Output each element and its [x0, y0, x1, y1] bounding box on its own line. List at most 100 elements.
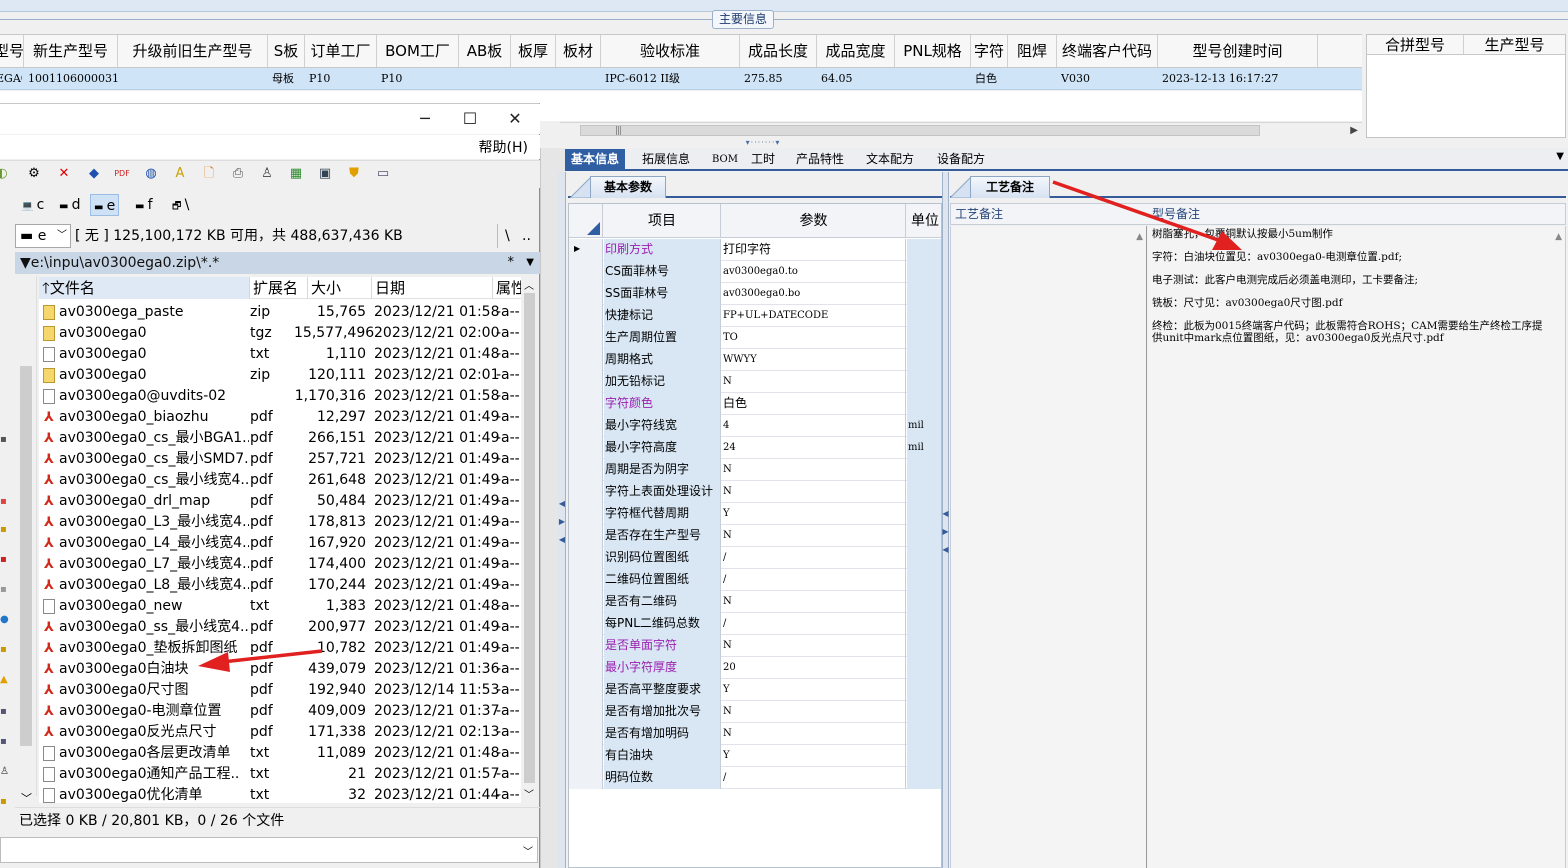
param-row[interactable]: CS面菲林号 av0300ega0.to: [569, 261, 941, 283]
chevron-down-icon[interactable]: ﹀: [21, 790, 32, 806]
row-selector[interactable]: [569, 723, 603, 745]
col-header-filename[interactable]: 🡑文件名: [39, 277, 250, 299]
main-cell[interactable]: 2023-12-13 16:17:27: [1162, 68, 1318, 89]
main-col-header[interactable]: 字符: [971, 35, 1008, 67]
close-icon[interactable]: ✕: [492, 106, 538, 132]
drive-button-e[interactable]: ▬ e: [90, 194, 120, 216]
col-header-attr[interactable]: 属性: [493, 277, 521, 299]
drive-button-root[interactable]: 🗗 \: [169, 194, 192, 216]
main-col-header[interactable]: 成品长度: [740, 35, 817, 67]
file-row[interactable]: av0300ega0通知产品工程.. txt 21 2023/12/21 01:57-…: [39, 764, 521, 785]
hscroll-thumb[interactable]: |||: [580, 125, 1260, 136]
file-row[interactable]: ⅄ av0300ega0_垫板拆卸图纸 pdf 10,782 2023/12/21 01…: [39, 638, 521, 659]
param-row[interactable]: 加无铅标记 N: [569, 371, 941, 393]
command-line-input[interactable]: ﹀: [0, 837, 538, 863]
maximize-icon[interactable]: ☐: [447, 106, 493, 132]
hscroll-right-icon[interactable]: ▶: [1350, 123, 1358, 138]
main-cell[interactable]: [899, 68, 971, 89]
main-col-header[interactable]: 成品宽度: [817, 35, 895, 67]
param-row[interactable]: 字符上表面处理设计 N: [569, 481, 941, 503]
param-value[interactable]: 白色: [722, 393, 906, 415]
chevron-up-icon[interactable]: ︿: [524, 277, 534, 292]
left-scroll-thumb[interactable]: [20, 366, 32, 746]
pack-icon[interactable]: ◆: [86, 166, 102, 182]
tab-equipment-recipe[interactable]: 设备配方: [931, 149, 991, 170]
chevron-down-icon[interactable]: ﹀: [524, 786, 534, 801]
craft-col2-header[interactable]: 型号备注: [1148, 204, 1200, 225]
splitter-arrows-icon[interactable]: ◀ ▶ ◀: [558, 495, 566, 549]
param-row[interactable]: 字符颜色 白色: [569, 393, 941, 415]
file-row[interactable]: ⅄ av0300ega0白油块 pdf 439,079 2023/12/21 01:36…: [39, 659, 521, 680]
compare-icon[interactable]: ▣: [317, 166, 333, 182]
font-icon[interactable]: A: [172, 166, 188, 182]
root-button[interactable]: \: [497, 224, 510, 248]
tab-overflow-icon[interactable]: ▼: [1556, 151, 1564, 162]
chevron-down-icon[interactable]: ﹀: [523, 843, 533, 858]
file-row[interactable]: av0300ega0 txt 1,110 2023/12/21 01:48 -a--: [39, 344, 521, 365]
param-row[interactable]: 识别码位置图纸 /: [569, 547, 941, 569]
param-value[interactable]: /: [722, 767, 906, 789]
param-value[interactable]: WWYY: [722, 349, 906, 371]
param-value[interactable]: FP+UL+DATECODE: [722, 305, 906, 327]
col-header-unit[interactable]: 单位: [907, 204, 941, 238]
param-row[interactable]: 明码位数 /: [569, 767, 941, 789]
file-row[interactable]: av0300ega0 tgz 15,577,496 2023/12/21 02:00-…: [39, 323, 521, 344]
param-value[interactable]: N: [722, 525, 906, 547]
main-col-header[interactable]: 型号: [0, 35, 24, 67]
minimize-icon[interactable]: ─: [402, 106, 448, 132]
toolbar-partial-icon[interactable]: ◐: [0, 166, 10, 182]
main-col-header[interactable]: 终端客户代码: [1057, 35, 1158, 67]
col-header-date[interactable]: 日期: [372, 277, 493, 299]
file-row[interactable]: av0300ega_paste zip 15,765 2023/12/21 01:58…: [39, 302, 521, 323]
col-header-param[interactable]: 参数: [722, 204, 906, 238]
param-value[interactable]: Y: [722, 679, 906, 701]
file-row[interactable]: av0300ega0各层更改清单 txt 11,089 2023/12/21 01:4…: [39, 743, 521, 764]
delete-icon[interactable]: ✕: [56, 166, 72, 182]
tab-product-features[interactable]: 产品特性: [790, 149, 850, 170]
main-cell[interactable]: [1012, 68, 1057, 89]
param-row[interactable]: ▶ 印刷方式 打印字符: [569, 239, 941, 261]
main-col-header[interactable]: S板: [268, 35, 305, 67]
main-col-header[interactable]: 新生产型号: [24, 35, 118, 67]
file-row[interactable]: ⅄ av0300ega0尺寸图 pdf 192,940 2023/12/14 11:53…: [39, 680, 521, 701]
connect-icon[interactable]: ⚙: [26, 166, 42, 182]
row-selector[interactable]: [569, 349, 603, 371]
file-list-scrollbar[interactable]: ︿ ﹀: [521, 277, 538, 803]
main-col-header[interactable]: PNL规格: [895, 35, 971, 67]
row-selector[interactable]: [569, 261, 603, 283]
row-selector[interactable]: [569, 701, 603, 723]
tab-bom[interactable]: BOM: [706, 149, 744, 170]
main-cell[interactable]: 64.05: [821, 68, 895, 89]
param-row[interactable]: 字符框代替周期 Y: [569, 503, 941, 525]
row-selector[interactable]: [569, 503, 603, 525]
row-selector[interactable]: [569, 679, 603, 701]
main-col-header[interactable]: AB板: [459, 35, 511, 67]
main-cell[interactable]: [122, 68, 268, 89]
row-selector[interactable]: ▶: [569, 239, 603, 261]
main-cell[interactable]: P10: [309, 68, 377, 89]
file-row[interactable]: ⅄ av0300ega0-电测章位置 pdf 409,009 2023/12/21 01…: [39, 701, 521, 722]
main-col-header[interactable]: 板厚: [511, 35, 556, 67]
param-value[interactable]: N: [722, 635, 906, 657]
main-table-hscrollbar[interactable]: ||| ▶: [560, 122, 1362, 138]
scroll-up-icon[interactable]: ▲: [1136, 232, 1143, 242]
row-selector[interactable]: [569, 459, 603, 481]
tab-text-recipe[interactable]: 文本配方: [860, 149, 920, 170]
param-value[interactable]: N: [722, 371, 906, 393]
row-selector[interactable]: [569, 547, 603, 569]
main-cell[interactable]: P10: [381, 68, 459, 89]
tab-basic-info[interactable]: 基本信息: [565, 149, 626, 170]
model-notes-textbox[interactable]: ▲ 树脂塞孔，包覆铜默认按最小5um制作 字符：白油块位置见：av0300ega…: [1148, 226, 1566, 868]
col-header-size[interactable]: 大小: [308, 277, 372, 299]
file-scroll-thumb[interactable]: [524, 293, 535, 783]
main-col-header[interactable]: 订单工厂: [305, 35, 377, 67]
merge-col-header[interactable]: 合拼型号: [1367, 35, 1464, 55]
main-cell[interactable]: IPC-6012 II级: [605, 68, 740, 89]
file-row[interactable]: ⅄ av0300ega0_drl_map pdf 50,484 2023/12/21 0…: [39, 491, 521, 512]
param-value[interactable]: 24: [722, 437, 906, 459]
pdf-icon[interactable]: PDF: [114, 166, 130, 182]
row-selector[interactable]: [569, 283, 603, 305]
network-icon[interactable]: ♙: [259, 166, 275, 182]
main-cell[interactable]: [463, 68, 511, 89]
main-table-row[interactable]: EGA010011060000314母板P10P10IPC-6012 II级27…: [0, 68, 1362, 90]
